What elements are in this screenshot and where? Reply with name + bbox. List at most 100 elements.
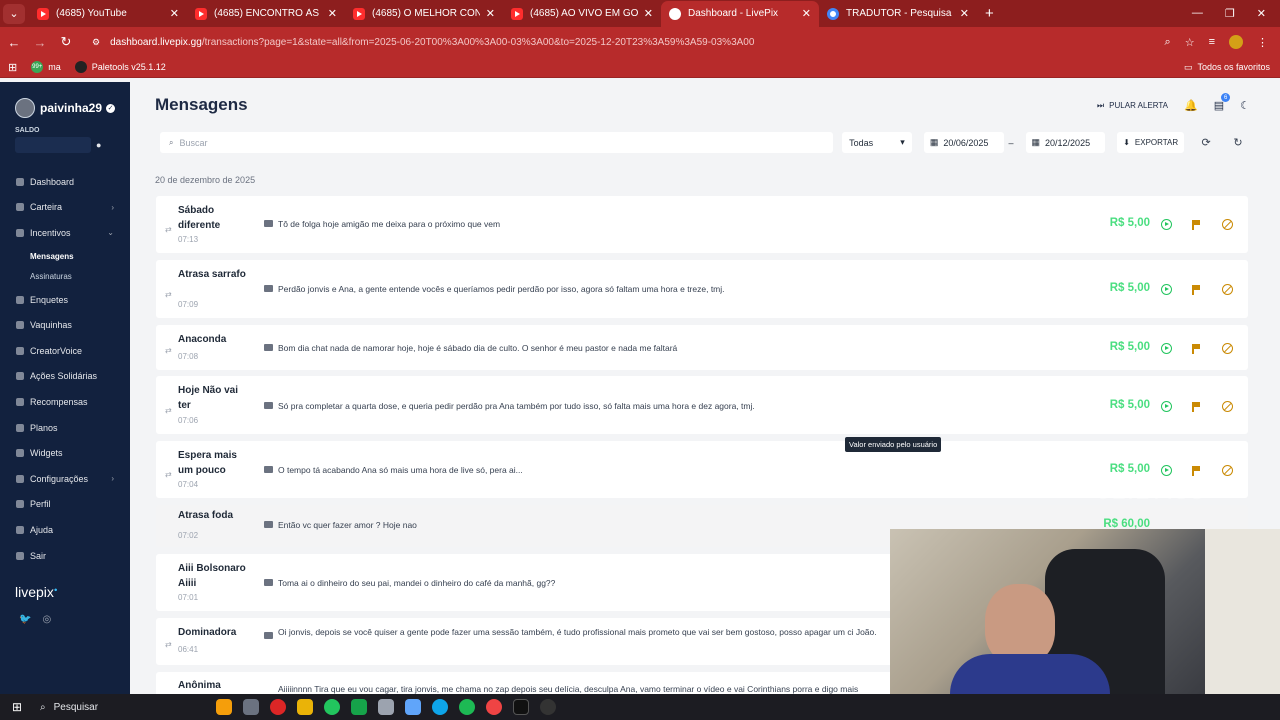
widgets-app-icon[interactable] bbox=[216, 699, 232, 715]
edge-icon[interactable] bbox=[432, 699, 448, 715]
app-icon[interactable] bbox=[351, 699, 367, 715]
minimize-icon[interactable]: — bbox=[1192, 7, 1203, 20]
chrome-icon[interactable] bbox=[486, 699, 502, 715]
sidebar-item-ajuda[interactable]: Ajuda bbox=[0, 517, 130, 543]
date-to-field[interactable]: ▦ 20/12/2025 bbox=[1025, 132, 1106, 153]
forward-icon[interactable]: → bbox=[28, 35, 52, 50]
close-icon[interactable]: ✕ bbox=[960, 7, 969, 20]
pular-alerta-button[interactable]: ⏭ PULAR ALERTA bbox=[1097, 101, 1168, 111]
sidebar-item-acoes-solidarias[interactable]: Ações Solidárias bbox=[0, 364, 130, 390]
tab-search-button[interactable]: ⌄ bbox=[3, 3, 25, 24]
youtube-icon bbox=[353, 7, 365, 20]
url-field[interactable]: ⚙ dashboard.livepix.gg/transactions?page… bbox=[92, 37, 1165, 48]
sidebar-subitem-assinaturas[interactable]: Assinaturas bbox=[0, 266, 130, 287]
block-icon[interactable] bbox=[1222, 465, 1233, 476]
eye-icon[interactable]: ● bbox=[96, 140, 101, 150]
refresh-icon[interactable]: ↻ bbox=[1228, 132, 1248, 153]
site-info-icon[interactable]: ⚙ bbox=[92, 37, 100, 48]
tab-youtube-2[interactable]: (4685) ENCONTRO ÀS CEGAS C ✕ bbox=[187, 1, 345, 27]
tab-youtube-4[interactable]: (4685) AO VIVO EM GOIÂNIA, E ✕ bbox=[503, 1, 661, 27]
flag-icon[interactable] bbox=[1192, 220, 1200, 230]
sidebar-item-recompensas[interactable]: Recompensas bbox=[0, 389, 130, 415]
close-icon[interactable]: ✕ bbox=[486, 7, 495, 20]
sidebar-item-creatorvoice[interactable]: CreatorVoice bbox=[0, 338, 130, 364]
notepad-icon[interactable] bbox=[405, 699, 421, 715]
sender-name: Sábado diferente bbox=[178, 205, 221, 231]
block-icon[interactable] bbox=[1222, 284, 1233, 295]
sidebar-item-perfil[interactable]: Perfil bbox=[0, 492, 130, 518]
sidebar-item-incentivos[interactable]: Incentivos ⌄ bbox=[0, 220, 130, 246]
tab-livepix[interactable]: Dashboard - LivePix ✕ bbox=[661, 0, 819, 27]
message-row[interactable]: Hoje Não vai ter ⇄ 07:06 Só pra completa… bbox=[156, 376, 1248, 434]
tab-youtube-1[interactable]: (4685) YouTube ✕ bbox=[29, 1, 187, 27]
tab-youtube-3[interactable]: (4685) O MELHOR CONVIDADO ✕ bbox=[345, 1, 503, 27]
sidebar-item-configuracoes[interactable]: Configurações › bbox=[0, 466, 130, 492]
flag-icon[interactable] bbox=[1192, 402, 1200, 412]
close-icon[interactable]: ✕ bbox=[802, 7, 811, 20]
dark-mode-icon[interactable]: ☾ bbox=[1240, 99, 1250, 112]
message-row[interactable]: Anaconda ⇄ 07:08 Bom dia chat nada de na… bbox=[156, 325, 1248, 370]
sidebar-item-vaquinhas[interactable]: Vaquinhas bbox=[0, 312, 130, 338]
taskbar-search[interactable]: ⌕ Pesquisar bbox=[34, 702, 174, 713]
bell-icon[interactable]: 🔔 bbox=[1184, 99, 1198, 112]
sidebar-item-widgets[interactable]: Widgets bbox=[0, 440, 130, 466]
app-icon[interactable] bbox=[270, 699, 286, 715]
tab-google[interactable]: TRADUTOR - Pesquisa Google ✕ bbox=[819, 1, 977, 27]
message-row[interactable]: Atrasa sarrafo ⇄ 07:09 Perdão jonvis e A… bbox=[156, 260, 1248, 318]
sidebar-item-sair[interactable]: Sair bbox=[0, 543, 130, 569]
flag-icon[interactable] bbox=[1192, 466, 1200, 476]
app-icon[interactable] bbox=[378, 699, 394, 715]
bookmark-star-icon[interactable]: ☆ bbox=[1185, 36, 1195, 49]
file-explorer-icon[interactable] bbox=[297, 699, 313, 715]
amount: R$ 5,00 bbox=[1109, 217, 1150, 229]
block-icon[interactable] bbox=[1222, 343, 1233, 354]
queue-button[interactable]: ▤ 6 bbox=[1214, 93, 1231, 112]
replay-icon[interactable] bbox=[1161, 401, 1172, 412]
replay-icon[interactable] bbox=[1161, 284, 1172, 295]
sidebar-item-planos[interactable]: Planos bbox=[0, 415, 130, 441]
obs-icon[interactable] bbox=[540, 699, 556, 715]
reading-list-icon[interactable]: ≡ bbox=[1209, 36, 1215, 48]
sidebar-item-carteira[interactable]: Carteira › bbox=[0, 195, 130, 221]
close-icon[interactable]: ✕ bbox=[644, 7, 653, 20]
apps-grid-icon[interactable]: ⊞ bbox=[8, 61, 17, 74]
flag-icon[interactable] bbox=[1192, 344, 1200, 354]
sidebar-item-dashboard[interactable]: Dashboard bbox=[0, 169, 130, 195]
replay-icon[interactable] bbox=[1161, 343, 1172, 354]
profile-avatar[interactable] bbox=[1229, 35, 1243, 49]
close-icon[interactable]: ✕ bbox=[328, 7, 337, 20]
close-icon[interactable]: ✕ bbox=[170, 7, 179, 20]
folder-icon: ▭ bbox=[1183, 61, 1193, 72]
bookmark-ma[interactable]: 99+ ma bbox=[31, 61, 61, 73]
all-bookmarks[interactable]: ▭ Todos os favoritos bbox=[1184, 62, 1280, 73]
new-tab-button[interactable]: + bbox=[985, 5, 994, 22]
back-icon[interactable]: ← bbox=[2, 35, 26, 50]
search-input[interactable]: ⌕ Buscar bbox=[160, 132, 834, 153]
message-row[interactable]: Sábado diferente ⇄ 07:13 Tô de folga hoj… bbox=[156, 196, 1248, 253]
replay-icon[interactable] bbox=[1161, 219, 1172, 230]
menu-icon[interactable]: ⋮ bbox=[1257, 36, 1268, 49]
task-view-icon[interactable] bbox=[243, 699, 259, 715]
block-icon[interactable] bbox=[1222, 219, 1233, 230]
twitter-icon[interactable]: 🐦 bbox=[19, 614, 31, 625]
spotify-icon[interactable] bbox=[459, 699, 475, 715]
close-window-icon[interactable]: ✕ bbox=[1257, 7, 1266, 20]
bookmark-paletools[interactable]: Paletools v25.1.12 bbox=[74, 61, 166, 73]
profile[interactable]: paivinha29 ✓ bbox=[0, 82, 130, 118]
sidebar-item-enquetes[interactable]: Enquetes bbox=[0, 287, 130, 313]
app-icon[interactable] bbox=[513, 699, 529, 715]
sidebar-subitem-mensagens[interactable]: Mensagens bbox=[0, 246, 130, 267]
sync-icon[interactable]: ⟳ bbox=[1196, 132, 1216, 153]
instagram-icon[interactable]: ◎ bbox=[42, 614, 51, 625]
message-row[interactable]: Espera mais um pouco ⇄ 07:04 O tempo tá … bbox=[156, 441, 1248, 498]
reload-icon[interactable]: ↻ bbox=[54, 34, 78, 50]
block-icon[interactable] bbox=[1222, 401, 1233, 412]
zoom-icon[interactable]: ⌕ bbox=[1165, 36, 1171, 49]
chrome-icon[interactable] bbox=[324, 699, 340, 715]
date-from-field[interactable]: ▦ 20/06/2025 bbox=[923, 132, 1004, 153]
state-select[interactable]: Todas ▾ bbox=[842, 132, 912, 153]
restore-icon[interactable]: ❐ bbox=[1225, 7, 1235, 20]
flag-icon[interactable] bbox=[1192, 285, 1200, 295]
export-button[interactable]: ⬇ EXPORTAR bbox=[1117, 132, 1185, 153]
windows-start-icon[interactable]: ⊞ bbox=[0, 700, 34, 714]
